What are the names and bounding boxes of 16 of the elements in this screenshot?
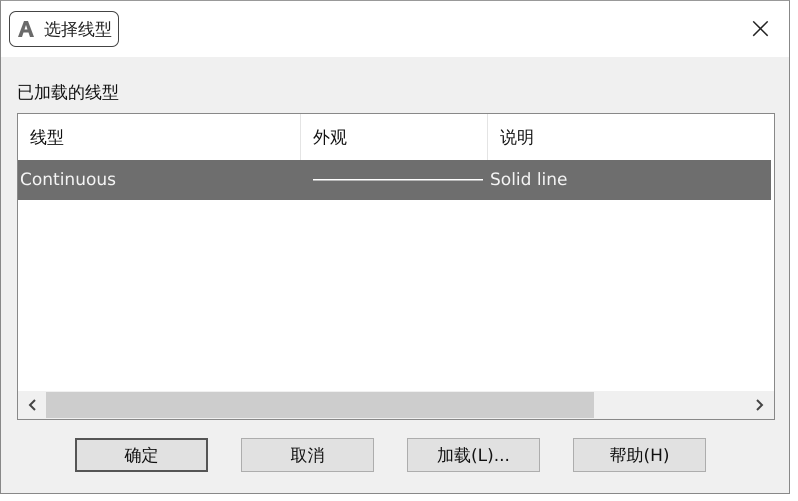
window-title: 选择线型: [44, 18, 112, 40]
table-cell: Continuous: [20, 170, 116, 190]
scroll-left-icon[interactable]: [28, 399, 38, 411]
dialog-button[interactable]: 帮助(H): [573, 438, 706, 472]
dialog-button[interactable]: 确定: [75, 438, 208, 472]
app-logo-icon: [16, 19, 36, 39]
scroll-right-icon[interactable]: [754, 399, 764, 411]
scroll-thumb[interactable]: [46, 392, 594, 418]
dialog-button[interactable]: 加载(L)...: [407, 438, 540, 472]
dialog-button[interactable]: 取消: [241, 438, 374, 472]
table-row[interactable]: Continuous Solid line: [18, 160, 771, 200]
horizontal-scrollbar[interactable]: [18, 391, 774, 419]
column-header[interactable]: 说明: [488, 114, 774, 160]
close-button[interactable]: ×: [740, 14, 781, 44]
table-cell: Solid line: [490, 170, 568, 190]
section-label: 已加载的线型: [17, 82, 120, 105]
